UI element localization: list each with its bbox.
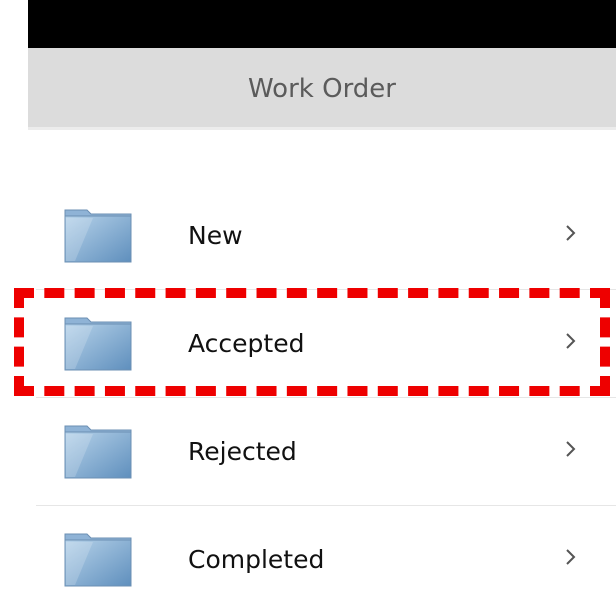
folder-icon xyxy=(64,533,132,587)
chevron-right-icon xyxy=(566,225,576,241)
chevron-right-icon xyxy=(566,441,576,457)
status-bar xyxy=(28,0,616,48)
page-title: Work Order xyxy=(248,73,396,104)
folder-label: Accepted xyxy=(188,329,305,358)
folder-icon xyxy=(64,317,132,371)
chevron-right-icon xyxy=(566,333,576,349)
folder-item-accepted[interactable]: Accepted xyxy=(36,290,616,398)
folder-label: New xyxy=(188,221,243,250)
chevron-right-icon xyxy=(566,549,576,565)
folder-icon xyxy=(64,425,132,479)
folder-item-completed[interactable]: Completed xyxy=(36,506,616,614)
folder-list: New Accepted Rejected Completed xyxy=(0,182,616,614)
folder-item-new[interactable]: New xyxy=(36,182,616,290)
folder-item-rejected[interactable]: Rejected xyxy=(36,398,616,506)
folder-label: Completed xyxy=(188,545,325,574)
folder-label: Rejected xyxy=(188,437,297,466)
folder-icon xyxy=(64,209,132,263)
title-bar: Work Order xyxy=(28,48,616,130)
